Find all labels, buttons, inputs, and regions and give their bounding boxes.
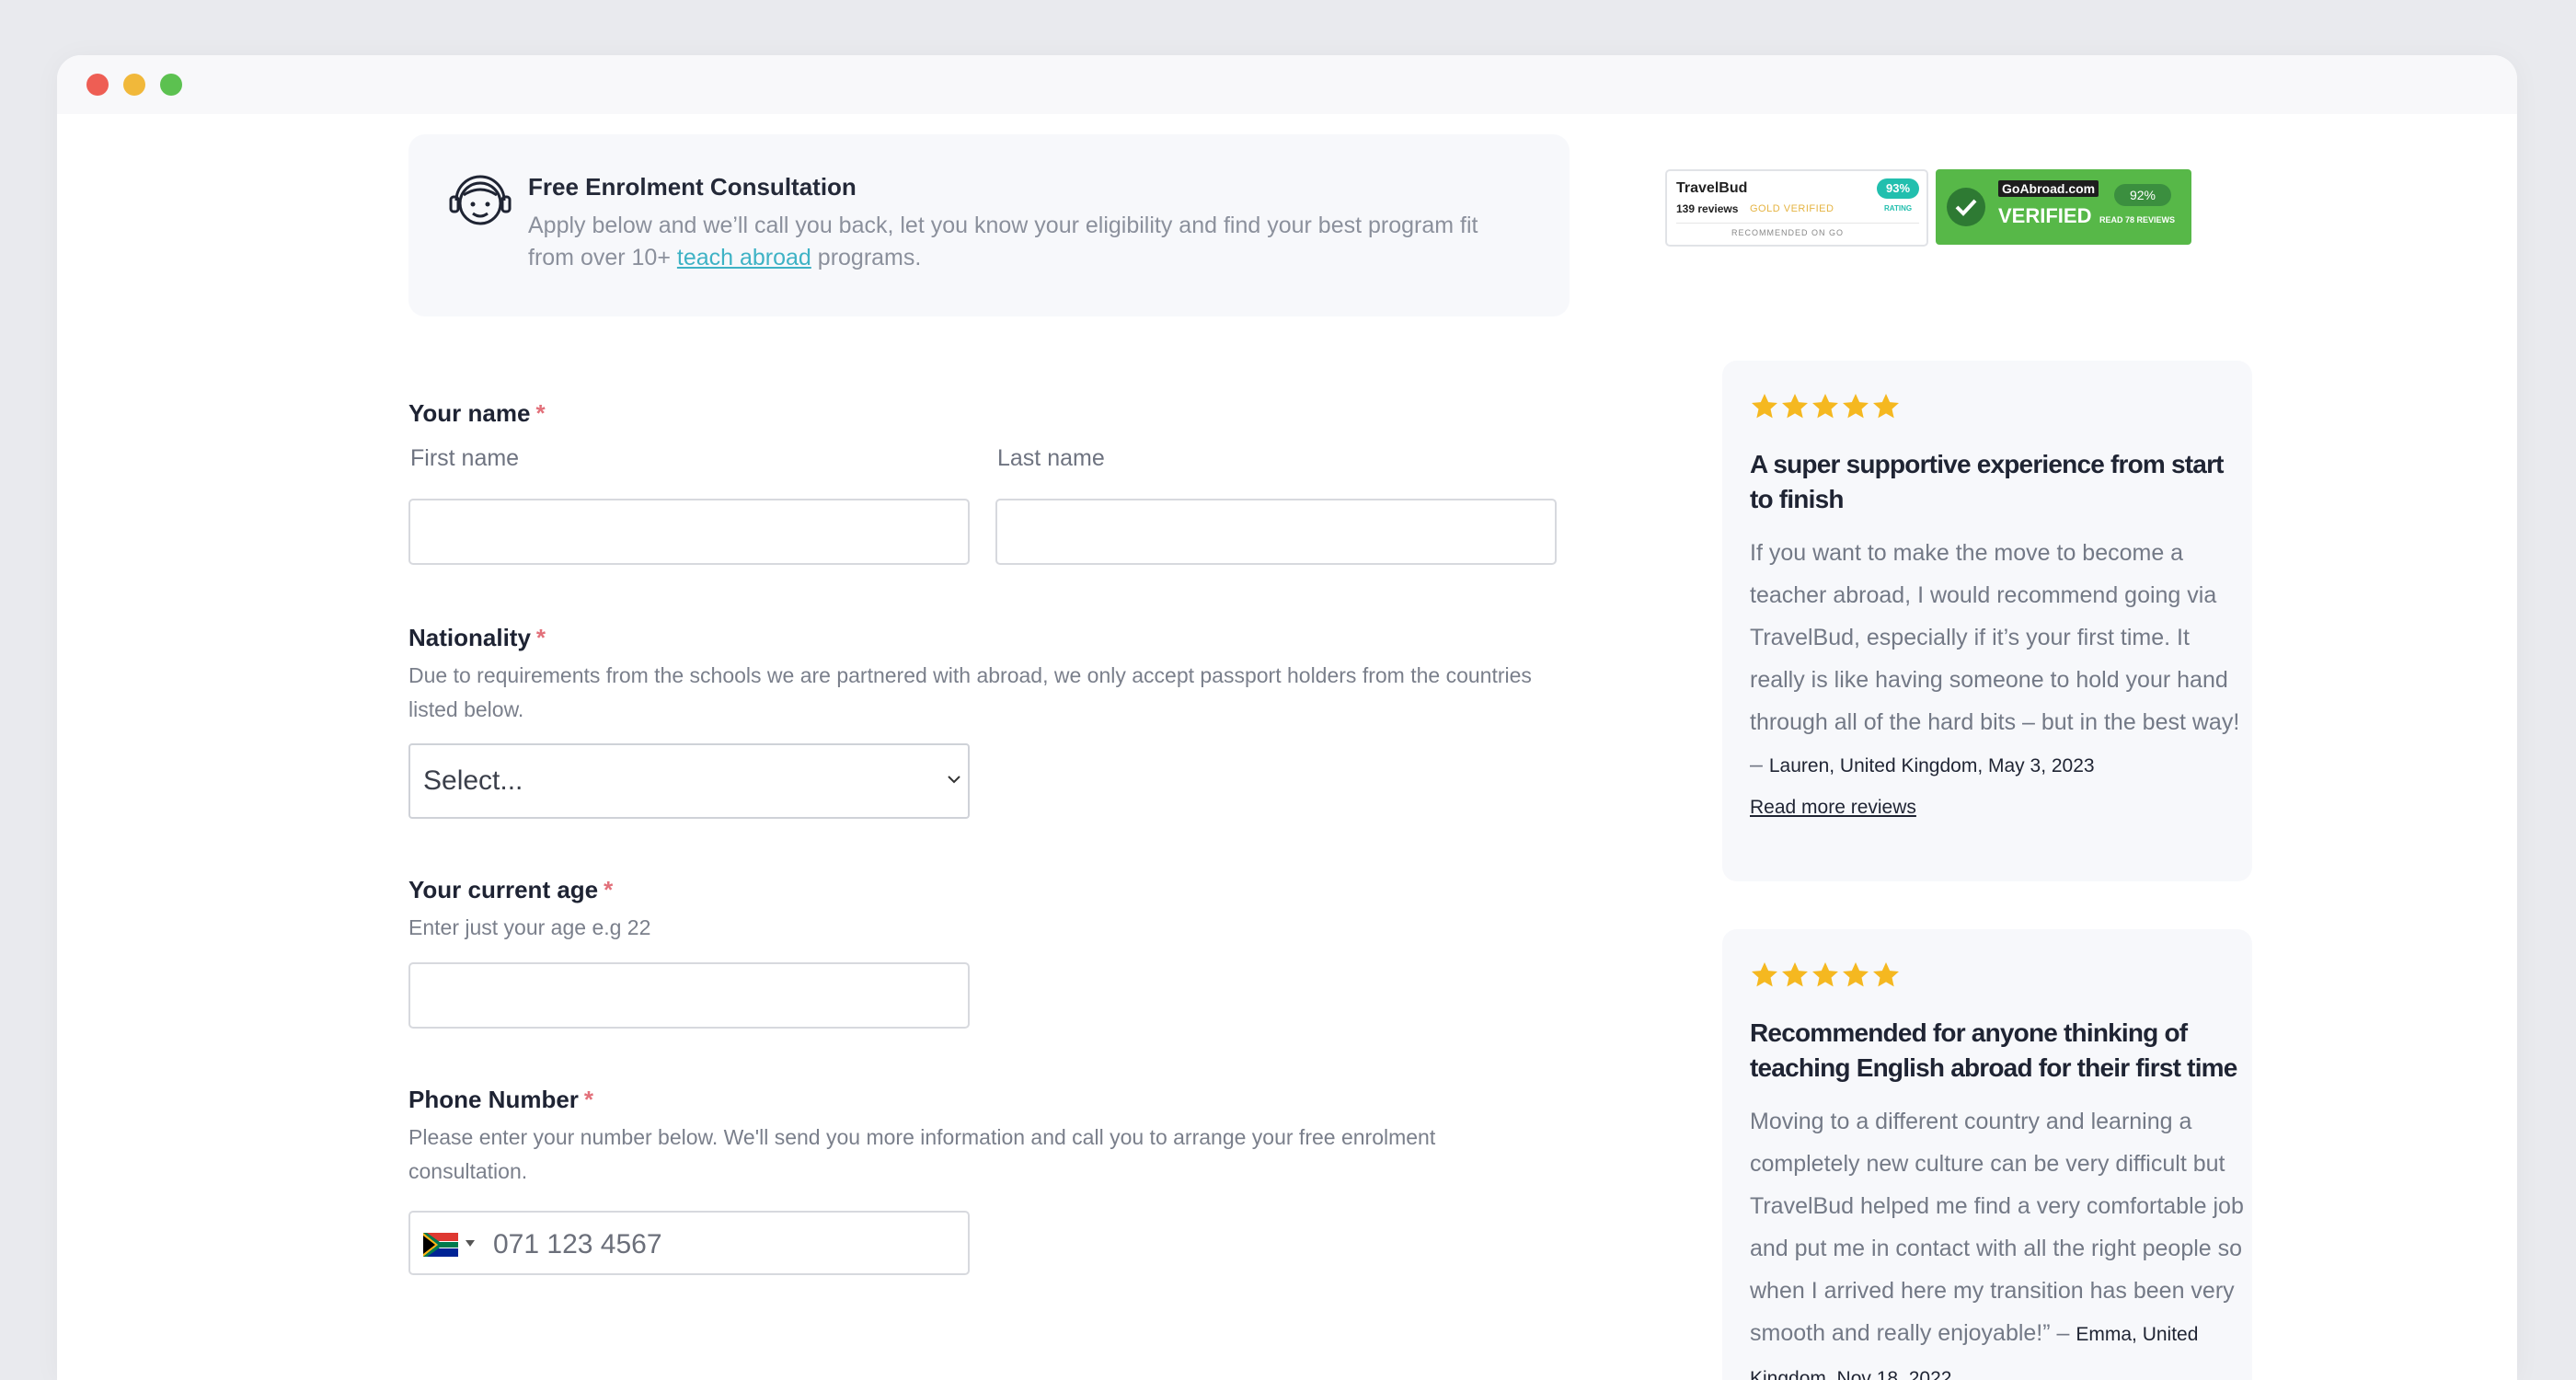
phone-input[interactable]: 071 123 4567 [408,1211,970,1275]
goabroad-read-reviews: READ 78 REVIEWS [2099,215,2176,224]
last-name-input[interactable] [995,499,1557,565]
consultation-description: Apply below and we’ll call you back, let… [528,210,1503,274]
star-icon [1752,394,1777,419]
goabroad-logo: GoAbroad.com [1998,180,2099,197]
south-africa-flag-icon[interactable] [423,1233,458,1257]
first-name-input[interactable] [408,499,970,565]
phone-label: Phone Number * [408,1086,593,1114]
name-label: Your name * [408,399,546,428]
teach-abroad-link[interactable]: teach abroad [677,245,811,270]
first-name-label: First name [410,445,520,471]
nationality-select[interactable]: Select... [408,743,970,819]
phone-placeholder: 071 123 4567 [493,1229,662,1259]
headset-agent-icon [449,175,512,225]
required-marker: * [583,1086,594,1113]
badge-recommended: RECOMMENDED ON GO [1731,228,1845,237]
age-input[interactable] [408,962,970,1029]
review-author: Lauren, United Kingdom, May 3, 2023 [1768,755,2095,776]
age-help: Enter just your age e.g 22 [408,915,651,939]
country-caret-icon[interactable] [466,1240,475,1247]
goabroad-verified-text: VERIFIED [1998,204,2092,227]
required-marker: * [535,399,546,427]
badge-rating-pill: 93% [1877,178,1919,199]
star-icon [1843,962,1869,987]
review-card: Recommended for anyone thinking of teach… [1722,929,2252,1380]
star-rating [1750,392,1902,423]
required-marker: * [604,876,614,903]
consultation-desc-end: programs. [811,245,922,270]
badge-divider [1676,223,1919,224]
badge-review-count: 139 reviews [1676,202,1739,215]
review-title: A super supportive experience from start… [1750,450,2224,513]
badge-gold-verified: GOLD VERIFIED [1750,203,1834,214]
review-text: If you want to make the move to become a… [1750,540,2240,777]
consultation-card: Free Enrolment Consultation Apply below … [408,134,1570,316]
nationality-label: Nationality * [408,624,546,652]
age-label: Your current age * [408,876,613,904]
last-name-label: Last name [997,445,1105,471]
star-icon [1752,962,1777,987]
star-icon [1873,962,1899,987]
browser-window: Free Enrolment Consultation Apply below … [57,55,2517,1380]
phone-help: Please enter your number below. We'll se… [408,1125,1436,1183]
maximize-window-button[interactable] [160,74,182,96]
age-label-text: Your current age [408,876,599,903]
goabroad-rating-pill: 92% [2114,184,2171,206]
star-icon [1873,394,1899,419]
check-circle-icon [1947,188,1985,226]
star-icon [1812,394,1838,419]
nationality-label-text: Nationality [408,624,531,651]
read-more-reviews-link[interactable]: Read more reviews [1750,797,1916,819]
review-text: Moving to a different country and learni… [1750,1109,2244,1346]
minimize-window-button[interactable] [123,74,145,96]
review-body: Moving to a different country and learni… [1750,1100,2247,1380]
goabroad-verified-badge[interactable]: GoAbroad.com VERIFIED 92% READ 78 REVIEW… [1936,169,2191,245]
required-marker: * [535,624,546,651]
name-label-text: Your name [408,399,531,427]
review-body: If you want to make the move to become a… [1750,532,2247,788]
star-icon [1843,394,1869,419]
phone-label-text: Phone Number [408,1086,579,1113]
review-card: A super supportive experience from start… [1722,361,2252,881]
chevron-down-icon [948,776,960,784]
review-title: Recommended for anyone thinking of teach… [1750,1018,2237,1082]
window-titlebar [57,55,2517,114]
nationality-help: Due to requirements from the schools we … [408,663,1532,721]
close-window-button[interactable] [86,74,109,96]
nationality-select-value: Select... [423,765,523,796]
travelbud-rating-badge[interactable]: TravelBud 139 reviews GOLD VERIFIED 93% … [1665,169,1928,247]
consultation-desc-text: Apply below and we’ll call you back, let… [528,213,1478,270]
star-icon [1782,394,1808,419]
star-icon [1812,962,1838,987]
star-rating [1750,960,1902,992]
badge-rating-label: RATING [1884,204,1913,213]
star-icon [1782,962,1808,987]
badge-org-name: TravelBud [1676,180,1748,196]
consultation-title: Free Enrolment Consultation [528,173,857,201]
